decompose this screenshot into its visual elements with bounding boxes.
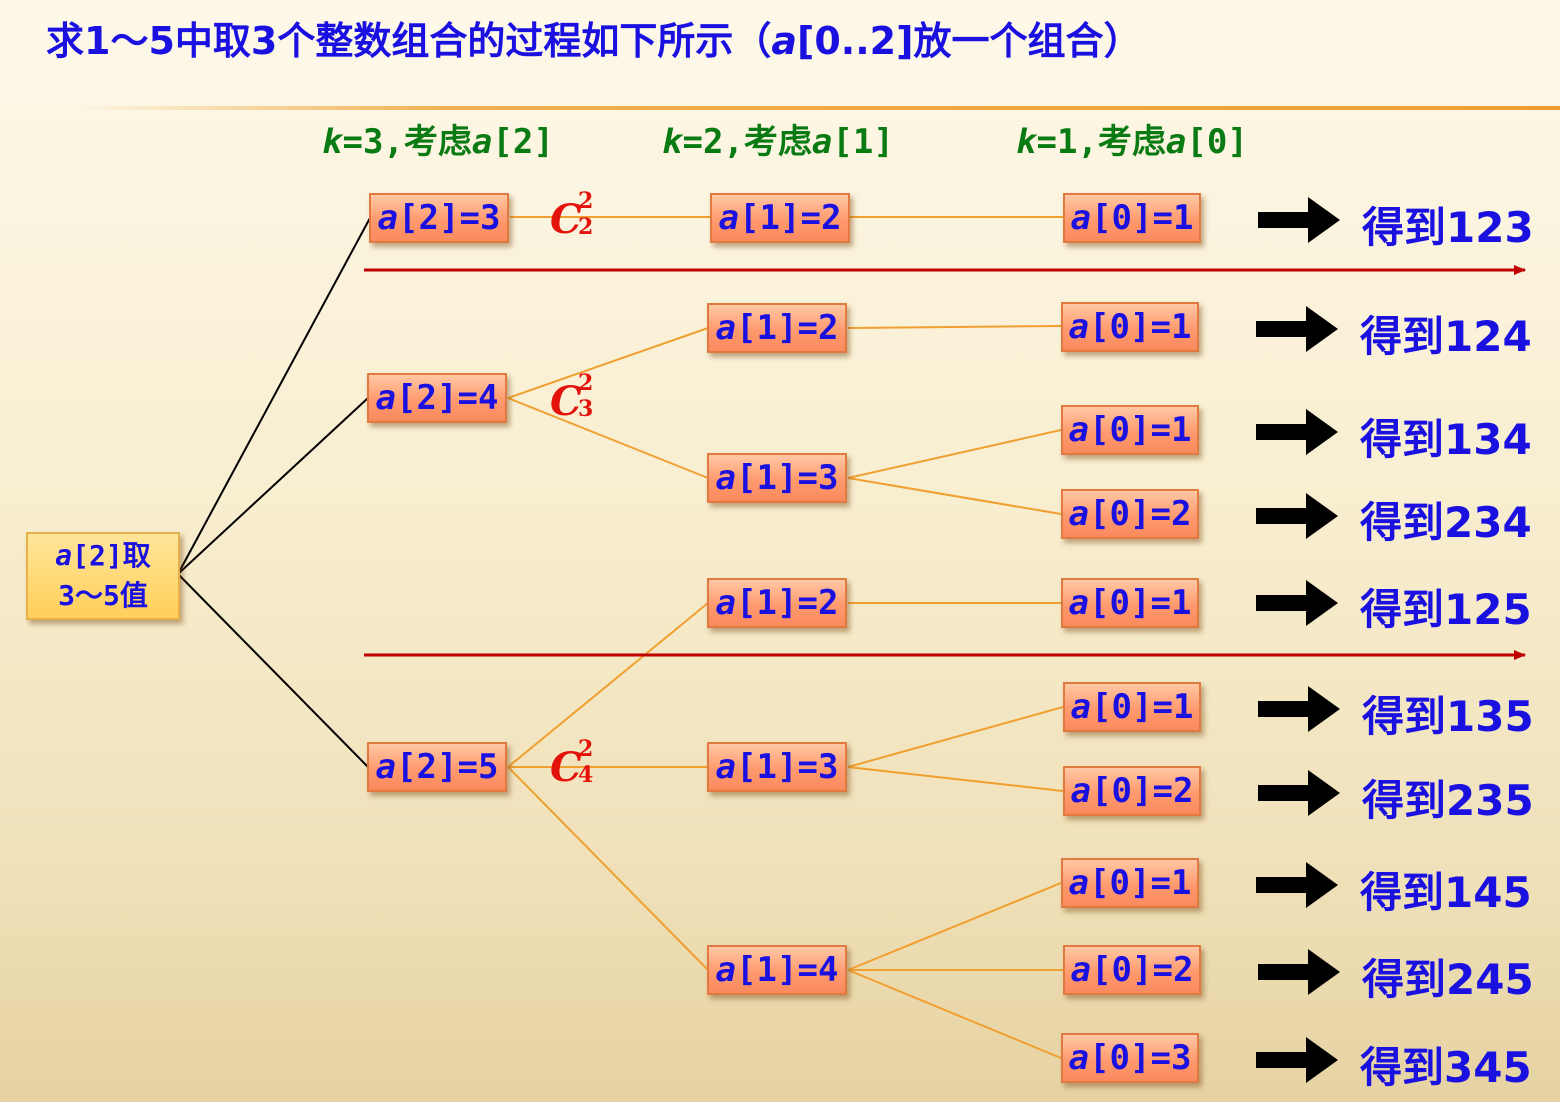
result-text: 得到234: [1360, 498, 1532, 547]
arrow-right-icon: [1258, 197, 1340, 243]
arrow-right-icon: [1256, 409, 1338, 455]
node-a1-3-second: a[1]=3: [707, 742, 847, 792]
edge-a1-3-a0-1b: [847, 706, 1064, 768]
edge-a1-3-a0-2: [847, 477, 1062, 515]
node-a2-3: a[2]=3: [369, 193, 509, 243]
edge-a1-2-a0-1b: [847, 325, 1062, 329]
edge-root-a2-3: [177, 217, 371, 575]
node-a0-1-r6: a[0]=1: [1063, 682, 1201, 732]
edge-a1-3-a0-1: [847, 429, 1062, 479]
arrow-right-icon: [1256, 1037, 1338, 1083]
edge-a1-4-a0-1: [847, 882, 1062, 971]
node-a0-3-r10: a[0]=3: [1061, 1033, 1199, 1083]
result-text: 得到124: [1360, 312, 1532, 361]
edge-a2-4-a1-2: [507, 327, 709, 399]
result-text: 得到134: [1360, 415, 1532, 464]
node-a0-2-r7: a[0]=2: [1063, 766, 1201, 816]
result-text: 得到145: [1360, 868, 1532, 917]
node-a1-3-first: a[1]=3: [707, 453, 847, 503]
node-a1-2-second: a[1]=2: [707, 303, 847, 353]
arrow-right-icon: [1256, 580, 1338, 626]
node-a0-1-r8: a[0]=1: [1061, 858, 1199, 908]
arrow-right-icon: [1256, 493, 1338, 539]
node-a0-1-r1: a[0]=1: [1063, 193, 1201, 243]
result-text: 得到235: [1362, 776, 1534, 825]
node-a2-5: a[2]=5: [367, 742, 507, 792]
edge-root-a2-4: [177, 397, 369, 575]
edge-a1-4-a0-3: [847, 969, 1062, 1059]
arrow-right-icon: [1258, 949, 1340, 995]
arrow-right-icon: [1258, 686, 1340, 732]
edge-a2-5-a1-4: [507, 766, 709, 971]
edge-a2-4-a1-3: [507, 397, 709, 479]
node-a0-2-r9: a[0]=2: [1063, 945, 1201, 995]
node-a1-4: a[1]=4: [707, 945, 847, 995]
result-text: 得到245: [1362, 955, 1534, 1004]
result-text: 得到135: [1362, 692, 1534, 741]
node-a0-1-r3: a[0]=1: [1061, 405, 1199, 455]
arrow-right-icon: [1256, 306, 1338, 352]
node-a0-1-r5: a[0]=1: [1061, 578, 1199, 628]
result-text: 得到123: [1362, 203, 1534, 252]
result-text: 得到345: [1360, 1043, 1532, 1092]
root-node: a[2]取 3～5值: [26, 532, 180, 620]
arrow-right-icon: [1258, 770, 1340, 816]
arrow-right-icon: [1256, 862, 1338, 908]
edge-a1-3-a0-2b: [847, 766, 1064, 792]
node-a0-2-r4: a[0]=2: [1061, 489, 1199, 539]
node-a0-1-r2: a[0]=1: [1061, 302, 1199, 352]
edge-a2-5-a1-2: [507, 602, 709, 768]
edge-root-a2-5: [177, 573, 369, 768]
node-a2-4: a[2]=4: [367, 373, 507, 423]
node-a1-2-first: a[1]=2: [710, 193, 850, 243]
tree-connectors: [177, 216, 1526, 1059]
result-text: 得到125: [1360, 585, 1532, 634]
node-a1-2-third: a[1]=2: [707, 578, 847, 628]
